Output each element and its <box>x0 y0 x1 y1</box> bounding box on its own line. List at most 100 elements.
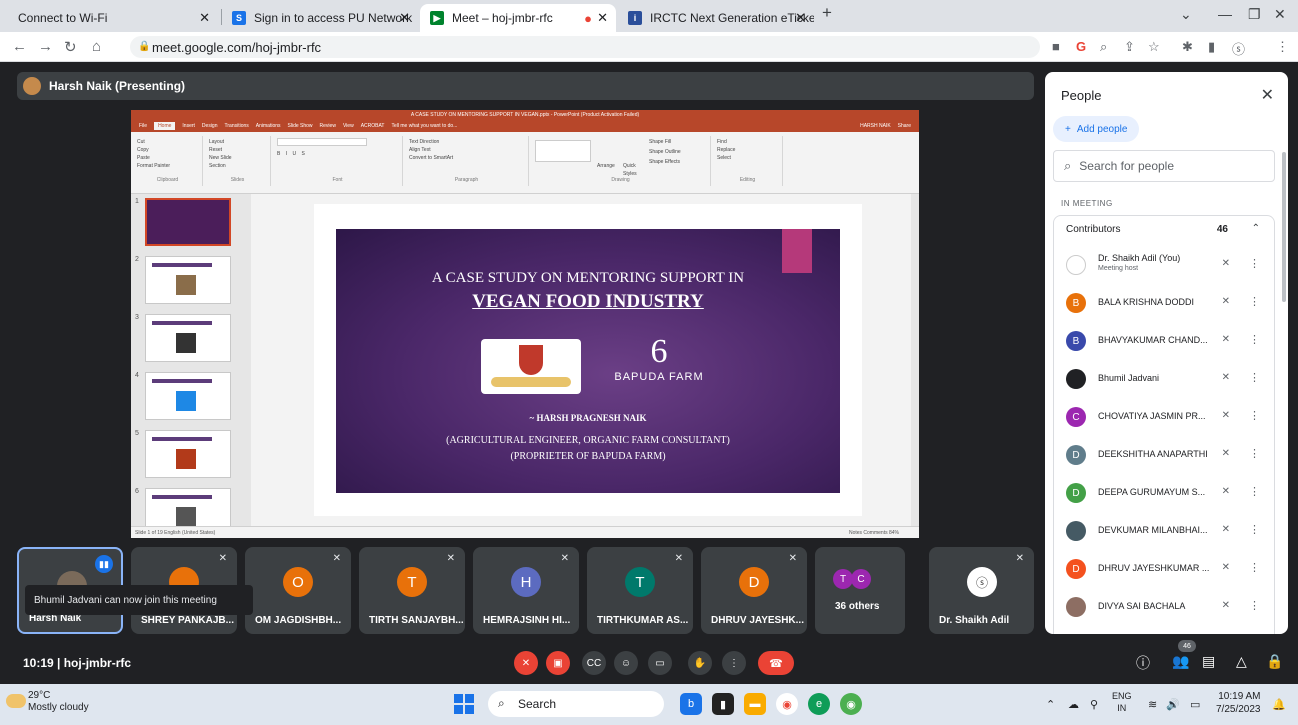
participant-row[interactable]: DEVKUMAR MILANBHAI... ✕ ⋮ <box>1054 512 1276 550</box>
bing-app-icon[interactable]: b <box>680 693 702 715</box>
battery-icon[interactable]: ▭ <box>1190 698 1200 711</box>
raise-hand-button[interactable]: ✋ <box>688 651 712 675</box>
bookmark-star-icon[interactable]: ☆ <box>1148 39 1160 55</box>
participant-row[interactable]: Bhumil Jadvani ✕ ⋮ <box>1054 360 1276 398</box>
participant-row[interactable]: B BALA KRISHNA DODDI ✕ ⋮ <box>1054 284 1276 322</box>
tile-dr-shaikh-adil[interactable]: ✕ ⓢ Dr. Shaikh Adil <box>929 547 1034 634</box>
share-icon[interactable]: ⇪ <box>1124 39 1135 55</box>
notification-icon[interactable]: 🔔 <box>1272 698 1286 711</box>
taskbar-clock[interactable]: 10:19 AM 7/25/2023 <box>1216 690 1261 716</box>
back-icon[interactable]: ← <box>12 38 27 55</box>
camera-off-button[interactable]: ▣ <box>546 651 570 675</box>
participant-row[interactable]: D DHRUV JAYESHKUMAR ... ✕ ⋮ <box>1054 550 1276 588</box>
ribbon-group-font: B I U S Font <box>273 136 403 186</box>
lang-line2: IN <box>1117 703 1127 713</box>
profile-icon[interactable]: ⓢ <box>1232 39 1245 58</box>
more-options-icon[interactable]: ⋮ <box>1249 485 1260 498</box>
usb-icon[interactable]: ⚲ <box>1090 698 1098 711</box>
emoji-button[interactable]: ☺ <box>614 651 638 675</box>
tile-others[interactable]: T C 36 others <box>815 547 905 634</box>
onedrive-icon[interactable]: ☁ <box>1068 698 1079 711</box>
more-options-button[interactable]: ⋮ <box>722 651 746 675</box>
chat-icon[interactable]: ▤ <box>1202 653 1215 670</box>
mic-off-button[interactable]: ✕ <box>514 651 538 675</box>
task-view-icon[interactable]: ▮ <box>712 693 734 715</box>
more-options-icon[interactable]: ⋮ <box>1249 409 1260 422</box>
weather-widget[interactable]: 29°C Mostly cloudy <box>28 690 89 714</box>
info-icon[interactable]: ⓘ <box>1136 653 1150 673</box>
search-people-input[interactable]: ⌕ Search for people <box>1053 150 1275 182</box>
chevron-up-icon[interactable]: ⌃ <box>1252 223 1260 234</box>
ppt-tab: Design <box>201 123 218 129</box>
activities-icon[interactable]: △ <box>1236 653 1247 670</box>
participant-row[interactable]: C CHOVATIYA JASMIN PR... ✕ ⋮ <box>1054 398 1276 436</box>
more-options-icon[interactable]: ⋮ <box>1249 447 1260 460</box>
participant-row[interactable]: D DEEPA GURUMAYUM S... ✕ ⋮ <box>1054 474 1276 512</box>
tile-hemrajsinh[interactable]: ✕ H HEMRAJSINH HI... <box>473 547 579 634</box>
new-tab-button[interactable]: + <box>822 3 832 23</box>
file-explorer-icon[interactable]: ▬ <box>744 693 766 715</box>
language-indicator[interactable]: ENG IN <box>1112 690 1132 714</box>
tab-pu-network[interactable]: S Sign in to access PU Network ✕ <box>222 4 418 32</box>
reload-icon[interactable]: ↻ <box>64 38 77 56</box>
ribbon-align-text: Align Text <box>409 147 431 153</box>
close-icon[interactable]: ✕ <box>1261 85 1274 105</box>
ppt-tab-home: Home <box>154 122 176 130</box>
google-icon[interactable]: G <box>1076 39 1086 54</box>
more-options-icon[interactable]: ⋮ <box>1249 371 1260 384</box>
chrome-icon[interactable]: ◉ <box>776 693 798 715</box>
tile-dhruv[interactable]: ✕ D DHRUV JAYESHK... <box>701 547 807 634</box>
end-call-button[interactable]: ☎ <box>758 651 794 675</box>
tray-chevron-icon[interactable]: ⌃ <box>1046 698 1055 711</box>
wifi-icon[interactable]: ≋ <box>1148 698 1157 711</box>
bapuda-farm-logo-mark: 6 <box>650 333 668 370</box>
tab-irctc[interactable]: i IRCTC Next Generation eTicketing ✕ <box>618 4 814 32</box>
more-options-icon[interactable]: ⋮ <box>1249 295 1260 308</box>
more-options-icon[interactable]: ⋮ <box>1249 561 1260 574</box>
chrome-alt-icon[interactable]: ◉ <box>840 693 862 715</box>
participant-row[interactable]: B BHAVYAKUMAR CHAND... ✕ ⋮ <box>1054 322 1276 360</box>
url-field[interactable]: 🔒 meet.google.com/hoj-jmbr-rfc <box>130 36 1040 58</box>
forward-icon[interactable]: → <box>38 38 53 55</box>
tab-search-icon[interactable]: ⌄ <box>1180 6 1192 23</box>
home-icon[interactable]: ⌂ <box>92 38 101 55</box>
tab-meet[interactable]: ▶ Meet – hoj-jmbr-rfc ● ✕ <box>420 4 616 32</box>
close-window-icon[interactable]: ✕ <box>1274 6 1286 23</box>
menu-kebab-icon[interactable]: ⋮ <box>1276 39 1289 55</box>
taskbar-search[interactable]: ⌕ Search <box>488 691 664 717</box>
tile-om[interactable]: ✕ O OM JAGDISHBH... <box>245 547 351 634</box>
tile-tirth[interactable]: ✕ T TIRTH SANJAYBH... <box>359 547 465 634</box>
zoom-icon[interactable]: ⌕ <box>1100 39 1107 55</box>
close-icon[interactable]: ✕ <box>399 10 410 26</box>
more-options-icon[interactable]: ⋮ <box>1249 257 1260 270</box>
contributors-section: Contributors 46 ⌃ Dr. Shaikh Adil (You) M… <box>1053 215 1275 634</box>
more-options-icon[interactable]: ⋮ <box>1249 599 1260 612</box>
tile-tirthkumar[interactable]: ✕ T TIRTHKUMAR AS... <box>587 547 693 634</box>
volume-icon[interactable]: 🔊 <box>1166 698 1180 711</box>
avatar <box>1066 255 1086 275</box>
extensions-icon[interactable]: ✱ <box>1182 39 1193 55</box>
ribbon-layout: Layout <box>209 139 225 145</box>
more-options-icon[interactable]: ⋮ <box>1249 333 1260 346</box>
close-icon[interactable]: ✕ <box>199 10 210 26</box>
add-people-label: Add people <box>1076 123 1128 135</box>
more-options-icon[interactable]: ⋮ <box>1249 523 1260 536</box>
captions-button[interactable]: CC <box>582 651 606 675</box>
edge-icon[interactable]: e <box>808 693 830 715</box>
participant-row[interactable]: DIVYA SAI BACHALA ✕ ⋮ <box>1054 588 1276 626</box>
close-icon[interactable]: ✕ <box>795 10 806 26</box>
minimize-icon[interactable]: — <box>1218 6 1232 22</box>
restore-icon[interactable]: ❐ <box>1248 6 1261 23</box>
side-panel-icon[interactable]: ▮ <box>1208 39 1215 55</box>
close-icon[interactable]: ✕ <box>597 10 608 26</box>
participant-row[interactable]: D DEEKSHITHA ANAPARTHI ✕ ⋮ <box>1054 436 1276 474</box>
host-controls-icon[interactable]: 🔒 <box>1266 653 1283 670</box>
participant-row[interactable]: Dr. Shaikh Adil (You) Meeting host ✕ ⋮ <box>1054 246 1276 284</box>
camera-icon[interactable]: ■ <box>1052 39 1060 54</box>
tab-wifi[interactable]: Connect to Wi-Fi ✕ <box>8 4 218 32</box>
start-button[interactable] <box>454 694 474 714</box>
add-people-button[interactable]: + Add people <box>1053 116 1140 142</box>
present-button[interactable]: ▭ <box>648 651 672 675</box>
people-icon[interactable]: 👥 <box>1172 653 1189 670</box>
people-scrollbar[interactable] <box>1282 152 1286 302</box>
